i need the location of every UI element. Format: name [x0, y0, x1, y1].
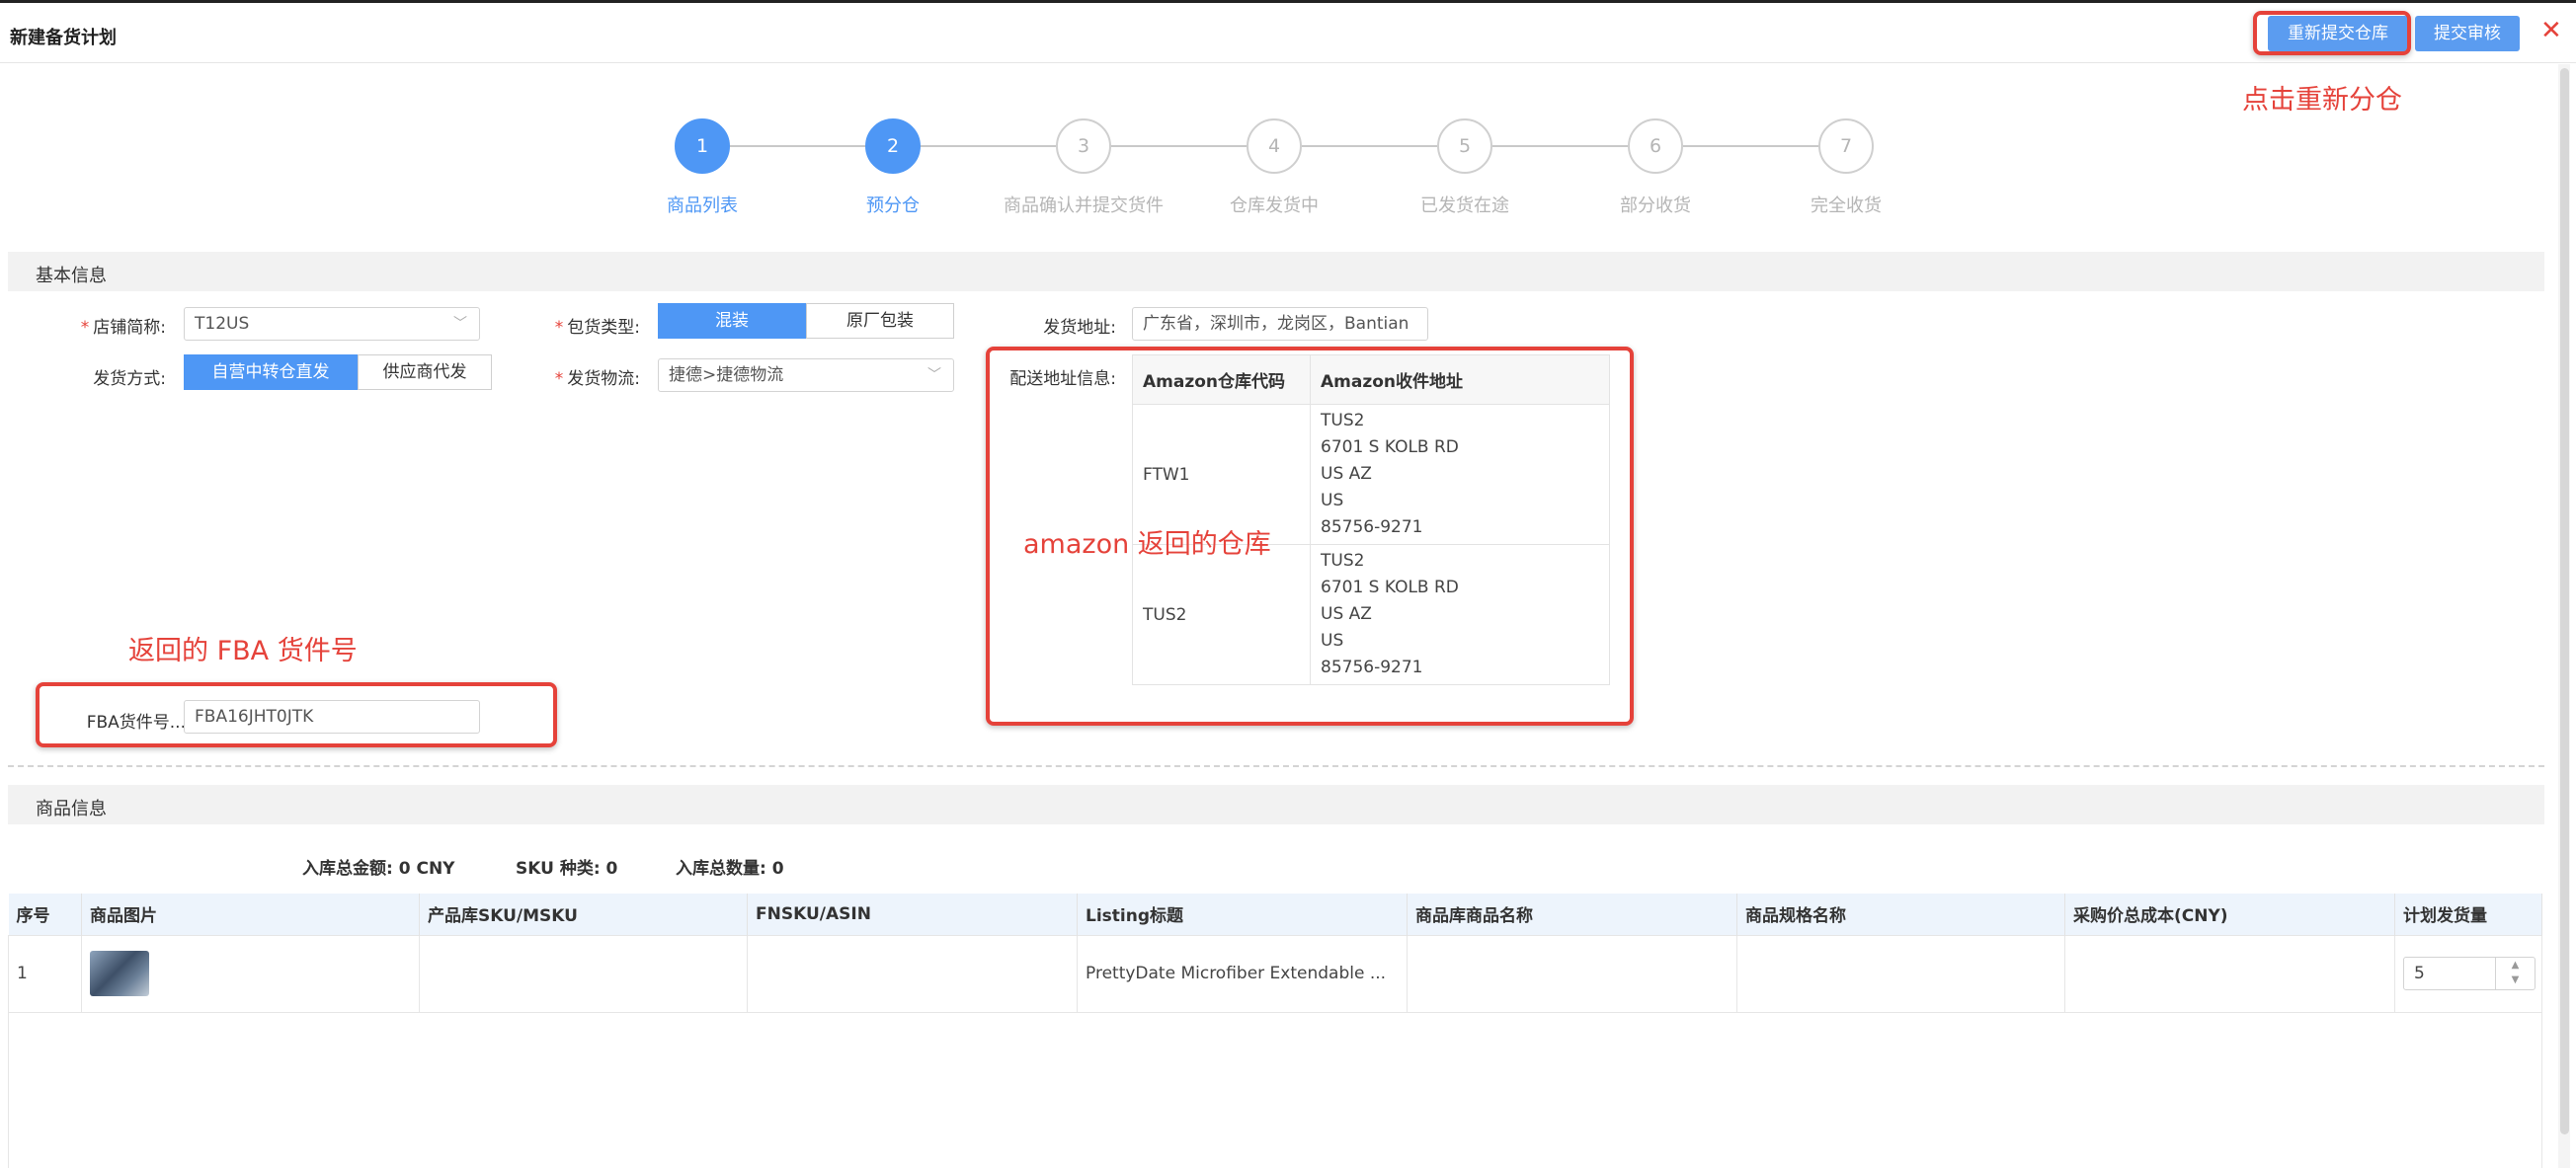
row-listing-title: PrettyDate Microfiber Extendable ... — [1077, 934, 1408, 1013]
packing-option-mixed[interactable]: 混装 — [658, 303, 806, 339]
row-cost — [2064, 934, 2395, 1013]
packing-option-original[interactable]: 原厂包装 — [806, 303, 954, 339]
step-2-circle: 2 — [865, 118, 921, 174]
packing-label: * 包货类型: — [554, 318, 640, 338]
chevron-down-icon: ﹀ — [927, 367, 941, 383]
step-connector — [1683, 145, 1818, 147]
table-empty-area — [8, 1012, 2542, 1168]
quantity-stepper[interactable]: 5 ▲ ▼ — [2403, 957, 2536, 990]
logistics-label: * 发货物流: — [554, 369, 640, 389]
step-5-circle: 5 — [1437, 118, 1492, 174]
row-sku — [419, 934, 748, 1013]
col-fnsku: FNSKU/ASIN — [747, 894, 1078, 935]
ship-method-option-self[interactable]: 自营中转仓直发 — [184, 354, 358, 390]
total-quantity: 入库总数量: 0 — [676, 859, 784, 879]
window: 新建备货计划 重新提交仓库 提交审核 ✕ 点击重新分仓 1 商品列表 2 预分仓 3 商品… — [0, 0, 2576, 1168]
stepper-arrows[interactable]: ▲ ▼ — [2495, 958, 2535, 989]
product-info-section-bar: 商品信息 — [8, 785, 2544, 824]
col-sku: 产品库SKU/MSKU — [419, 894, 748, 935]
ship-address-label: 发货地址: — [1043, 318, 1116, 338]
annotation-redistribute: 点击重新分仓 — [2242, 85, 2402, 116]
basic-info-section-bar: 基本信息 — [8, 252, 2544, 291]
scrollbar-thumb[interactable] — [2560, 68, 2569, 1134]
divider — [8, 765, 2544, 767]
ship-address-field[interactable]: 广东省，深圳市，龙岗区，Bantian — [1132, 307, 1428, 341]
step-connector — [1302, 145, 1437, 147]
col-cost: 采购价总成本(CNY) — [2064, 894, 2395, 935]
page-title: 新建备货计划 — [10, 28, 117, 48]
step-6-circle: 6 — [1628, 118, 1683, 174]
shop-label: * 店铺简称: — [80, 318, 166, 338]
step-1-circle: 1 — [675, 118, 730, 174]
step-7-label: 完全收货 — [1811, 195, 1882, 216]
chevron-down-icon: ﹀ — [453, 316, 467, 332]
submit-review-button[interactable]: 提交审核 — [2415, 16, 2520, 51]
resubmit-highlight-box — [2253, 11, 2411, 55]
product-image-cell — [81, 934, 420, 1013]
step-3-circle: 3 — [1056, 118, 1111, 174]
chevron-up-icon[interactable]: ▲ — [2496, 958, 2535, 973]
step-connector — [1111, 145, 1247, 147]
col-index: 序号 — [8, 894, 82, 935]
shop-select[interactable]: T12US ﹀ — [184, 307, 480, 341]
col-spec-name: 商品规格名称 — [1736, 894, 2065, 935]
product-table: 序号 商品图片 产品库SKU/MSKU FNSKU/ASIN Listing标题… — [8, 894, 2542, 1013]
table-row: 1 PrettyDate Microfiber Extendable ... 5… — [8, 934, 2542, 1013]
logistics-select[interactable]: 捷德>捷德物流 ﹀ — [658, 358, 954, 392]
step-connector — [921, 145, 1056, 147]
table-header-row: 序号 商品图片 产品库SKU/MSKU FNSKU/ASIN Listing标题… — [8, 894, 2542, 935]
col-plan-qty: 计划发货量 — [2394, 894, 2542, 935]
step-connector — [730, 145, 865, 147]
step-connector — [1492, 145, 1628, 147]
col-image: 商品图片 — [81, 894, 420, 935]
product-info-title: 商品信息 — [36, 799, 107, 819]
annotation-amazon-warehouse: amazon 返回的仓库 — [1023, 529, 1271, 560]
close-icon[interactable]: ✕ — [2540, 17, 2562, 44]
row-product-name — [1407, 934, 1737, 1013]
title-bar: 新建备货计划 — [0, 6, 2576, 63]
row-index: 1 — [8, 934, 82, 1013]
col-listing: Listing标题 — [1077, 894, 1408, 935]
annotation-fba-number: 返回的 FBA 货件号 — [128, 636, 358, 666]
row-plan-qty: 5 ▲ ▼ — [2394, 934, 2542, 1013]
basic-info-title: 基本信息 — [36, 266, 107, 286]
ship-method-label: 发货方式: — [93, 369, 166, 389]
row-fnsku — [747, 934, 1078, 1013]
row-spec-name — [1736, 934, 2065, 1013]
fba-highlight-box — [36, 682, 557, 747]
step-4-circle: 4 — [1247, 118, 1302, 174]
ship-method-option-supplier[interactable]: 供应商代发 — [358, 354, 492, 390]
sku-count: SKU 种类: 0 — [516, 859, 618, 879]
step-7-circle: 7 — [1818, 118, 1874, 174]
col-product-name: 商品库商品名称 — [1407, 894, 1737, 935]
total-amount: 入库总金额: 0 CNY — [302, 859, 455, 879]
chevron-down-icon[interactable]: ▼ — [2496, 973, 2535, 987]
product-thumbnail[interactable] — [90, 951, 149, 996]
